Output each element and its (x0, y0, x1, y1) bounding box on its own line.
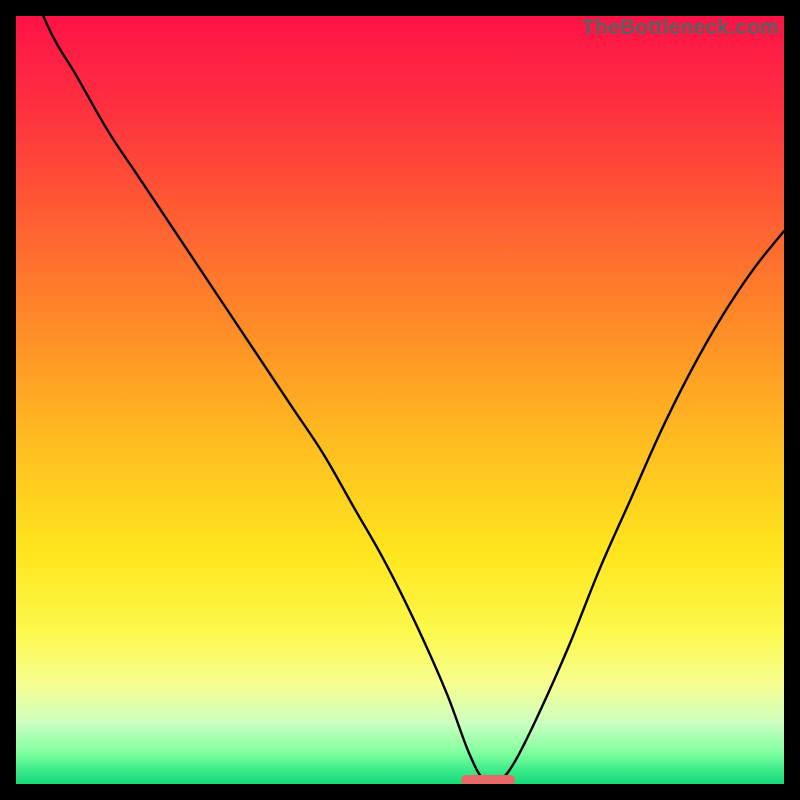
bottleneck-curve (16, 16, 784, 783)
plot-area: TheBottleneck.com (16, 16, 784, 784)
chart-frame: TheBottleneck.com (0, 0, 800, 800)
curve-layer (16, 16, 784, 784)
optimal-marker (461, 775, 515, 784)
